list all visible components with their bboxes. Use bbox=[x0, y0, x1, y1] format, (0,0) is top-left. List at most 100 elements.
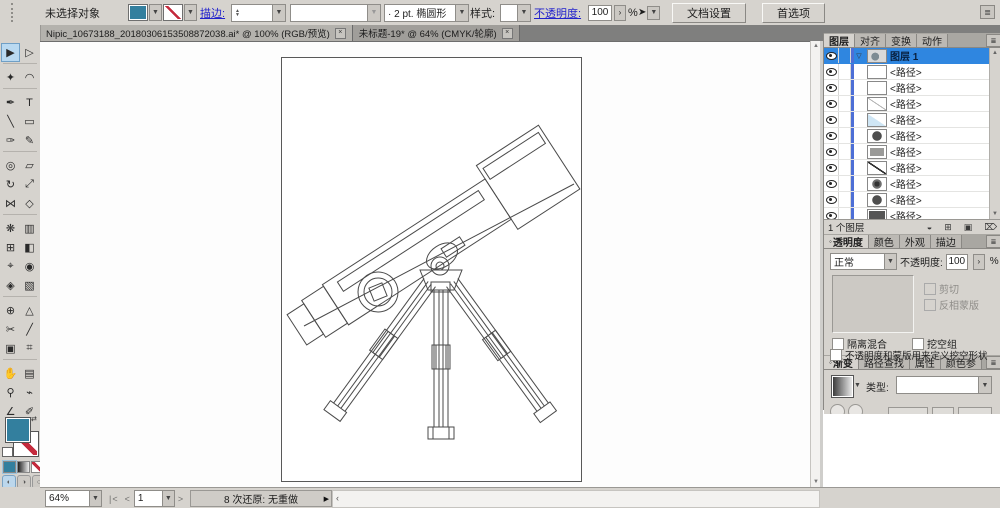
layer-thumbnail[interactable] bbox=[867, 208, 887, 219]
visibility-eye-icon[interactable] bbox=[824, 112, 839, 127]
chevron-down-icon[interactable]: ▼ bbox=[272, 4, 285, 21]
chevron-down-icon[interactable]: ▼ bbox=[367, 4, 380, 21]
scroll-up-icon[interactable]: ▲ bbox=[992, 50, 998, 56]
document-tab[interactable]: 未标题-19* @ 64% (CMYK/轮廓) × bbox=[352, 25, 520, 41]
artboard[interactable] bbox=[281, 57, 582, 482]
rectangle-tool[interactable]: ▭ bbox=[20, 112, 39, 131]
color-button[interactable] bbox=[3, 461, 16, 473]
visibility-eye-icon[interactable] bbox=[824, 64, 839, 79]
layers-tab-4[interactable]: 动作 bbox=[917, 34, 948, 47]
chevron-down-icon[interactable]: ▼ bbox=[884, 254, 896, 269]
knife-tool[interactable]: ╱ bbox=[20, 320, 39, 339]
transparency-tab-1[interactable]: 透明度 bbox=[824, 235, 869, 248]
symbol-sprayer-tool[interactable]: ❋ bbox=[1, 219, 20, 238]
layer-thumbnail[interactable] bbox=[867, 64, 887, 79]
control-bar-grip[interactable] bbox=[11, 3, 13, 22]
visibility-eye-icon[interactable] bbox=[824, 160, 839, 175]
blend-tool[interactable]: ◉ bbox=[20, 257, 39, 276]
stroke-panel-link[interactable]: 描边: bbox=[200, 0, 225, 25]
opacity-mask-checkbox[interactable]: 不透明度和蒙版用来定义挖空形状 bbox=[830, 348, 988, 362]
stroke-color-control[interactable]: ▼ bbox=[163, 0, 197, 25]
gradient-tool[interactable]: ◧ bbox=[20, 238, 39, 257]
visibility-eye-icon[interactable] bbox=[824, 144, 839, 159]
zoom-level-combo[interactable]: 64% ▼ bbox=[45, 490, 102, 507]
hand-tool[interactable]: ✋ bbox=[1, 364, 20, 383]
pen-tool[interactable]: ✒ bbox=[1, 93, 20, 112]
visibility-eye-icon[interactable] bbox=[824, 96, 839, 111]
layer-name[interactable]: <路径> bbox=[890, 80, 989, 95]
lock-toggle[interactable] bbox=[839, 176, 851, 191]
scroll-up-icon[interactable]: ▲ bbox=[813, 43, 819, 49]
layer-name[interactable]: <路径> bbox=[890, 144, 989, 159]
measure-tool[interactable]: ⌁ bbox=[20, 383, 39, 402]
layer-row-selected[interactable]: ▽ 图层 1 bbox=[824, 48, 1000, 64]
select-similar-icon[interactable]: ➤ bbox=[638, 7, 646, 18]
live-paint-selection-tool[interactable]: ▧ bbox=[20, 276, 39, 295]
selection-tool[interactable]: ▶ bbox=[1, 43, 20, 62]
layer-row[interactable]: <路径> bbox=[824, 112, 1000, 128]
lock-toggle[interactable] bbox=[839, 48, 851, 63]
line-segment-tool[interactable]: ╲ bbox=[1, 112, 20, 131]
panel-menu-icon[interactable]: ≣ bbox=[986, 34, 1000, 47]
layer-name[interactable]: <路径> bbox=[890, 128, 989, 143]
blend-mode-combo[interactable]: 正常 ▼ bbox=[830, 253, 897, 270]
paintbrush-tool[interactable]: ✑ bbox=[1, 131, 20, 150]
layer-thumbnail[interactable] bbox=[867, 192, 887, 207]
style-combo[interactable]: ▼ bbox=[500, 0, 531, 25]
opacity-panel-link[interactable]: 不透明度: bbox=[534, 0, 581, 25]
pencil-tool[interactable]: ✎ bbox=[20, 131, 39, 150]
visibility-eye-icon[interactable] bbox=[824, 128, 839, 143]
rotate-tool[interactable]: ↻ bbox=[1, 175, 20, 194]
scale-tool[interactable]: ⤢ bbox=[20, 175, 39, 194]
delete-layer-icon[interactable]: ⌦ bbox=[984, 222, 997, 233]
visibility-eye-icon[interactable] bbox=[824, 80, 839, 95]
lock-toggle[interactable] bbox=[839, 160, 851, 175]
layer-name[interactable]: <路径> bbox=[890, 192, 989, 207]
perspective-grid-tool[interactable]: ⊕ bbox=[1, 301, 20, 320]
chevron-down-icon[interactable]: ▼ bbox=[647, 5, 661, 20]
layer-thumbnail[interactable] bbox=[867, 160, 887, 175]
opacity-value[interactable]: 100 bbox=[945, 253, 968, 270]
layers-tab-1[interactable]: 图层 bbox=[824, 34, 855, 47]
document-tab[interactable]: Nipic_10673188_20180306153508872038.ai* … bbox=[40, 25, 353, 41]
slice-tool[interactable]: ⌗ bbox=[20, 339, 39, 358]
stroke-swatch-icon[interactable] bbox=[163, 4, 183, 21]
eyedropper-tool[interactable]: ⌖ bbox=[1, 257, 20, 276]
layer-thumbnail[interactable] bbox=[867, 176, 887, 191]
layer-thumbnail[interactable] bbox=[867, 144, 887, 159]
make-clipping-mask-icon[interactable]: ◒ bbox=[927, 222, 932, 232]
zoom-tool[interactable]: ⚲ bbox=[1, 383, 20, 402]
next-artboard-icon[interactable]: > bbox=[178, 494, 184, 504]
transparency-tab-2[interactable]: 颜色 bbox=[868, 235, 900, 248]
layer-name[interactable]: <路径> bbox=[890, 112, 989, 127]
blob-brush-tool[interactable]: ◎ bbox=[1, 156, 20, 175]
swap-fill-stroke-icon[interactable]: ⇄ bbox=[31, 415, 37, 423]
layers-tab-2[interactable]: 对齐 bbox=[855, 34, 886, 47]
close-icon[interactable]: × bbox=[334, 27, 346, 39]
mesh-tool[interactable]: ⊞ bbox=[1, 238, 20, 257]
brush-definition-combo[interactable]: ▼ bbox=[290, 0, 381, 25]
chevron-down-icon[interactable]: ▼ bbox=[161, 491, 174, 506]
horizontal-scrollbar[interactable]: ‹ bbox=[332, 490, 820, 508]
scroll-down-icon[interactable]: ▼ bbox=[992, 211, 998, 217]
layer-row[interactable]: <路径> bbox=[824, 192, 1000, 208]
chevron-down-icon[interactable]: ▼ bbox=[455, 4, 468, 21]
lock-toggle[interactable] bbox=[839, 208, 851, 219]
layers-tab-3[interactable]: 变换 bbox=[886, 34, 917, 47]
free-transform-tool[interactable]: ◇ bbox=[20, 194, 39, 213]
fill-color-control[interactable]: ▼ bbox=[128, 0, 162, 25]
status-display[interactable]: 8 次还原: 无重做 ▶ bbox=[190, 490, 332, 507]
scroll-down-icon[interactable]: ▼ bbox=[813, 479, 819, 485]
lock-toggle[interactable] bbox=[839, 96, 851, 111]
opacity-popup-icon[interactable]: › bbox=[972, 253, 985, 270]
visibility-eye-icon[interactable] bbox=[824, 208, 839, 219]
chevron-down-icon[interactable]: ▼ bbox=[854, 382, 861, 389]
panel-menu-icon[interactable]: ≣ bbox=[986, 235, 1000, 248]
close-icon[interactable]: × bbox=[501, 27, 513, 39]
scroll-left-icon[interactable]: ‹ bbox=[336, 493, 339, 503]
dock-collapse-icon[interactable]: ≣ bbox=[980, 5, 995, 19]
layer-name[interactable]: 图层 1 bbox=[890, 48, 989, 63]
layers-scrollbar[interactable]: ▲ ▼ bbox=[989, 48, 1000, 219]
variable-width-profile-combo[interactable]: · 2 pt. 椭圆形 ▼ bbox=[384, 0, 469, 25]
new-sublayer-icon[interactable]: ⊞ bbox=[944, 222, 952, 233]
